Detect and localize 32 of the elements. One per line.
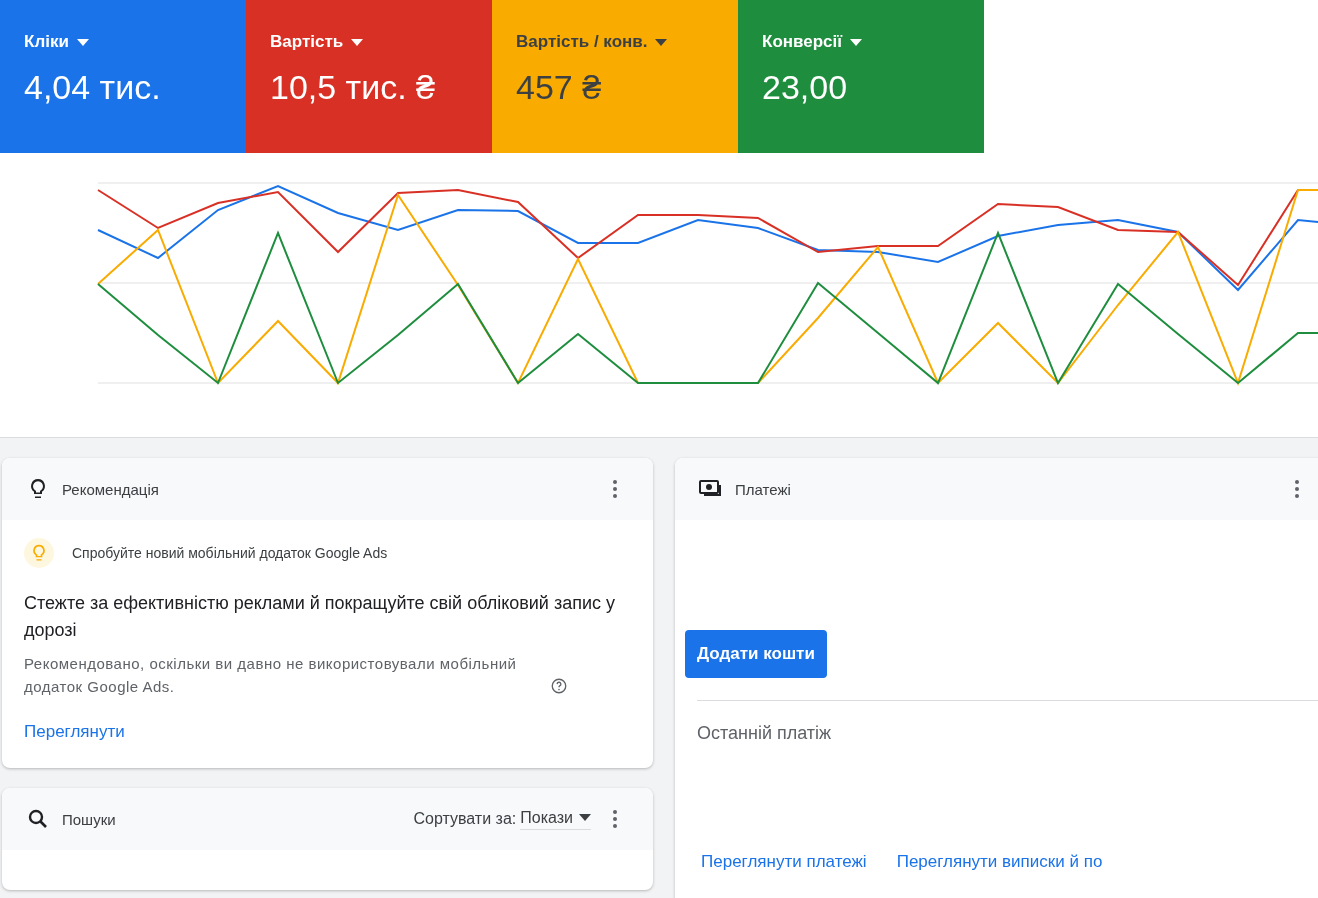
metric-tab[interactable]: Вартість / конв. 457 ₴ — [492, 0, 738, 153]
metric-label: Вартість / конв. — [516, 32, 648, 52]
metric-tab[interactable]: Вартість 10,5 тис. ₴ — [246, 0, 492, 153]
metric-tab[interactable]: Конверсії 23,00 — [738, 0, 984, 153]
lightbulb-icon — [24, 538, 54, 568]
card-title: Платежі — [735, 480, 792, 498]
metric-value: 10,5 тис. ₴ — [270, 68, 435, 107]
metric-tab[interactable]: Кліки 4,04 тис. — [0, 0, 246, 153]
sort-dropdown[interactable]: Покази — [520, 808, 591, 830]
caret-icon — [76, 38, 89, 46]
last-payment-label: Останній платіж — [696, 722, 833, 744]
metric-label: Вартість — [270, 32, 344, 52]
payments-link[interactable]: Переглянути платежі — [701, 852, 867, 872]
caret-icon — [579, 814, 591, 821]
sort-label: Сортувати за: — [413, 810, 517, 828]
metric-value: 457 ₴ — [516, 68, 602, 107]
metric-value: 23,00 — [762, 68, 848, 107]
payments-link[interactable]: Переглянути виписки й по — [896, 852, 1103, 872]
recommendation-description: Рекомендовано, оскільки ви давно не використовували мобільний додаток Google Ads. — [24, 654, 518, 697]
card-title: Пошуки — [62, 810, 117, 828]
caret-icon — [655, 38, 668, 46]
caret-icon — [351, 38, 364, 46]
card-title: Рекомендація — [62, 480, 160, 498]
recommendation-heading: Стежте за ефективністю реклами й покращуйте свій обліковий запис у дорозі — [24, 592, 616, 642]
caret-icon — [850, 38, 863, 46]
metric-label: Кліки — [24, 32, 69, 52]
tip-text: Спробуйте новий мобільний додаток Google Ads — [72, 545, 388, 561]
help-icon[interactable] — [550, 677, 568, 695]
metric-value: 4,04 тис. — [24, 68, 161, 107]
metric-label: Конверсії — [762, 32, 843, 52]
view-link[interactable]: Переглянути — [24, 722, 125, 742]
add-funds-button[interactable]: Додати кошти — [685, 630, 827, 678]
